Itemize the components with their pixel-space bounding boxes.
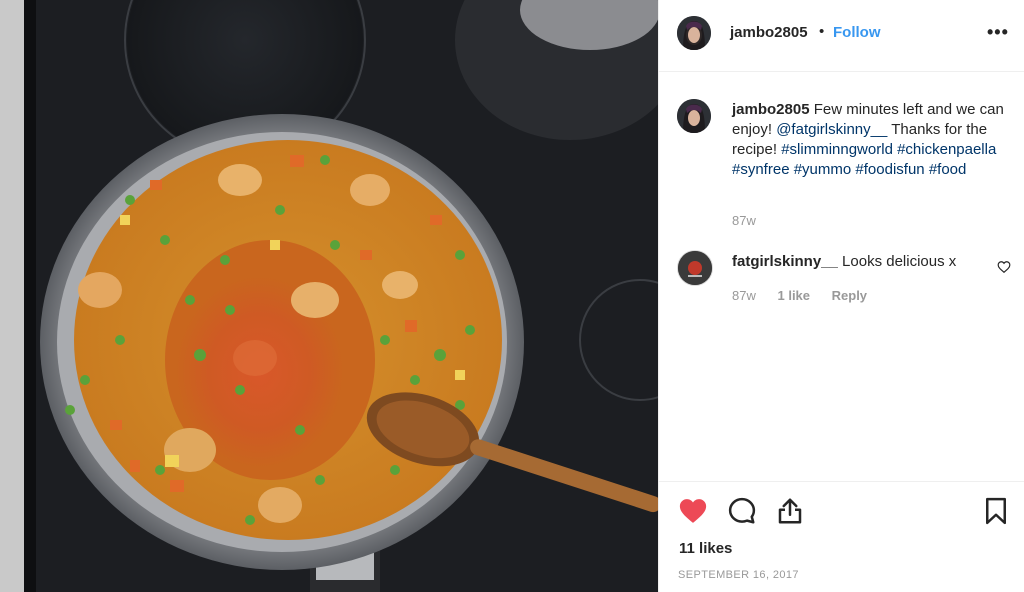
likes-count[interactable]: 11 likes: [679, 540, 732, 557]
header-separator: •: [819, 23, 825, 40]
hashtag[interactable]: #food: [929, 161, 967, 178]
caption-mention[interactable]: @fatgirlskinny__: [776, 121, 887, 138]
more-options-icon[interactable]: •••: [987, 22, 1009, 43]
commenter-avatar[interactable]: [677, 250, 713, 286]
hashtag[interactable]: #yummo: [794, 161, 852, 178]
comment-body: Looks delicious x: [842, 253, 957, 270]
post-footer: 11 likes SEPTEMBER 16, 2017: [659, 481, 1024, 592]
caption-text: jambo2805 Few minutes left and we can en…: [732, 100, 1012, 180]
author-avatar-image: [677, 16, 711, 50]
paella-pan-image: [0, 0, 658, 592]
caption-timestamp: 87w: [732, 213, 756, 228]
hashtag[interactable]: #foodisfun: [855, 161, 924, 178]
hashtag[interactable]: #chickenpaella: [897, 141, 996, 158]
caption-avatar-image: [677, 99, 711, 133]
bookmark-icon[interactable]: [981, 496, 1011, 526]
commenter-avatar-image: [678, 251, 712, 285]
heart-filled-icon[interactable]: [678, 496, 708, 526]
caption-author-avatar[interactable]: [677, 99, 711, 133]
author-username[interactable]: jambo2805: [730, 24, 808, 41]
heart-outline-icon[interactable]: [997, 260, 1011, 274]
post-photo[interactable]: [0, 0, 658, 592]
comment-meta: 87w 1 like Reply: [732, 288, 885, 303]
caption-author[interactable]: jambo2805: [732, 101, 810, 118]
hashtag[interactable]: #slimminngworld: [781, 141, 893, 158]
post-date: SEPTEMBER 16, 2017: [678, 569, 799, 581]
follow-button[interactable]: Follow: [833, 24, 881, 41]
comment-likes[interactable]: 1 like: [777, 288, 810, 303]
action-bar: [659, 496, 1024, 528]
author-avatar[interactable]: [677, 16, 711, 50]
share-upload-icon[interactable]: [775, 496, 805, 526]
post-details-panel: jambo2805 • Follow ••• jambo2805 Few min…: [658, 0, 1024, 592]
comment-text: fatgirlskinny__ Looks delicious x: [732, 252, 982, 272]
post-header: jambo2805 • Follow •••: [659, 0, 1024, 72]
reply-button[interactable]: Reply: [832, 288, 867, 303]
comment-timestamp: 87w: [732, 288, 756, 303]
comment-bubble-icon[interactable]: [727, 496, 757, 526]
hashtag[interactable]: #synfree: [732, 161, 790, 178]
comment-author[interactable]: fatgirlskinny__: [732, 253, 838, 270]
